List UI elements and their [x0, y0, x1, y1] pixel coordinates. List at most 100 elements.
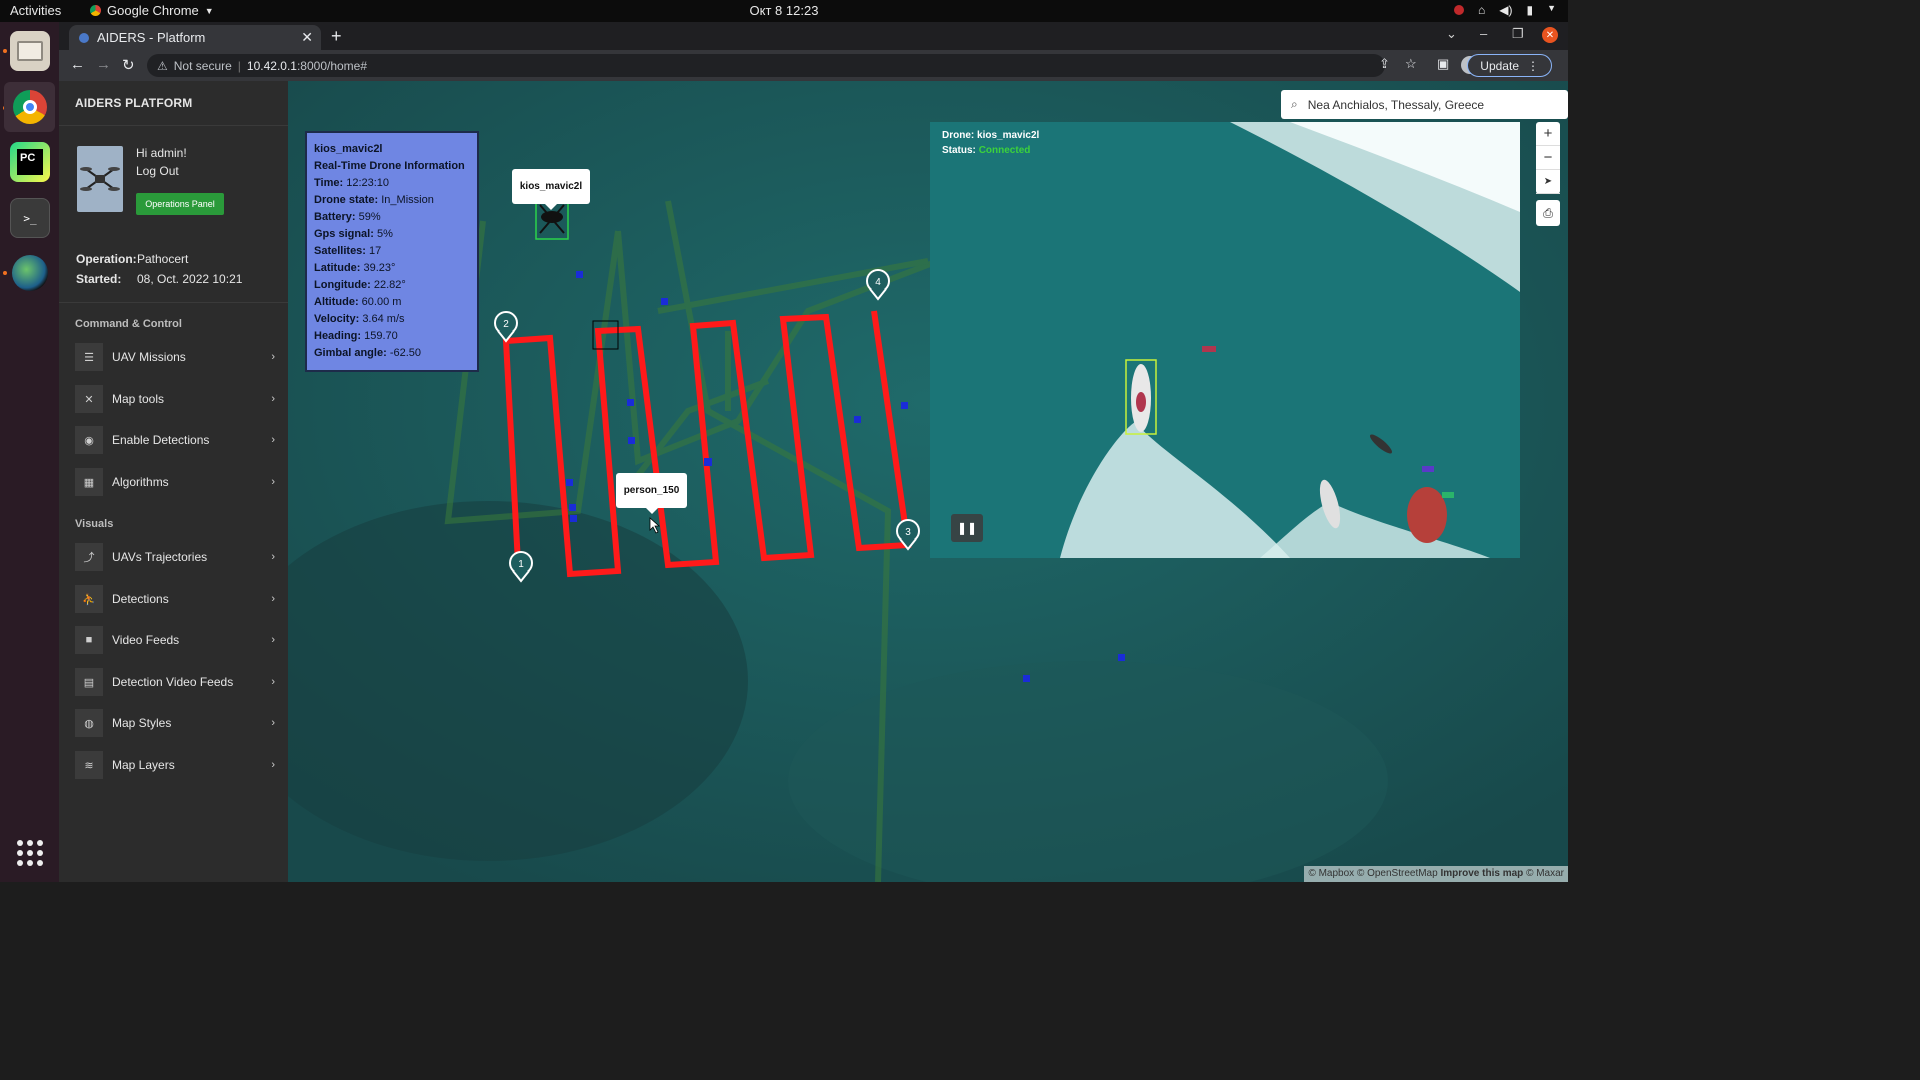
- section-visuals: Visuals: [75, 518, 114, 530]
- zoom-out-button[interactable]: −: [1536, 146, 1560, 170]
- menu-item-uav-missions[interactable]: ☰ UAV Missions ›: [75, 343, 275, 371]
- menu-item-label: Map tools: [112, 392, 165, 406]
- forward-icon[interactable]: →: [96, 56, 111, 73]
- drone-info-panel: kios_mavic2l Real-Time Drone Information…: [305, 131, 479, 372]
- operation-value: Pathocert: [137, 252, 189, 266]
- info-value: 22.82°: [373, 279, 406, 291]
- terminal-icon[interactable]: >_: [10, 198, 50, 238]
- volume-icon: ◀): [1499, 3, 1513, 17]
- logout-link[interactable]: Log Out: [136, 164, 179, 178]
- tab-close-icon[interactable]: ✕: [301, 29, 313, 46]
- info-label: Latitude:: [314, 262, 361, 274]
- info-label: Time:: [314, 177, 344, 189]
- info-row: Gimbal angle: -62.50: [314, 345, 477, 362]
- menu-item-label: Video Feeds: [112, 633, 180, 647]
- detection-icon: ⛹: [75, 585, 103, 613]
- files-icon[interactable]: [10, 31, 50, 71]
- info-label: Longitude:: [314, 279, 371, 291]
- menu-item-detections[interactable]: ⛹ Detections ›: [75, 585, 275, 613]
- side-panel-icon[interactable]: ▣: [1437, 56, 1449, 72]
- activities-button[interactable]: Activities: [10, 3, 61, 18]
- info-label: Velocity:: [314, 313, 360, 325]
- pause-icon: ❚❚: [956, 521, 978, 535]
- waypoint-label: 4: [875, 277, 881, 288]
- menu-item-detection-video-feeds[interactable]: ▤ Detection Video Feeds ›: [75, 668, 275, 696]
- browser-toolbar: ← → ↻ ⚠ Not secure | 10.42.0.1:8000/home…: [59, 50, 1568, 81]
- chrome-icon[interactable]: [10, 87, 50, 127]
- video-icon: ■: [75, 626, 103, 654]
- tray-menu-icon: ▼: [1547, 3, 1556, 13]
- menu-item-map-layers[interactable]: ≋ Map Layers ›: [75, 751, 275, 779]
- menu-item-video-feeds[interactable]: ■ Video Feeds ›: [75, 626, 275, 654]
- chevron-right-icon: ›: [271, 676, 275, 688]
- pause-button[interactable]: ❚❚: [951, 514, 983, 542]
- zoom-in-button[interactable]: +: [1536, 122, 1560, 146]
- operations-panel-button[interactable]: Operations Panel: [136, 193, 224, 215]
- menu-item-label: Detections: [112, 592, 169, 606]
- caret-down-icon: ▼: [204, 5, 214, 16]
- menu-item-uav-trajectories[interactable]: ⤴ UAVs Trajectories ›: [75, 543, 275, 571]
- menu-item-label: UAV Missions: [112, 350, 186, 364]
- menu-item-algorithms[interactable]: ▦ Algorithms ›: [75, 468, 275, 496]
- browser-tab[interactable]: AIDERS - Platform ✕: [69, 25, 321, 50]
- section-command-control: Command & Control: [75, 318, 182, 330]
- network-icon: ⌂: [1477, 3, 1486, 17]
- info-value: 39.23°: [363, 262, 396, 274]
- info-label: Gps signal:: [314, 228, 374, 240]
- chevron-right-icon: ›: [271, 551, 275, 563]
- info-label: Satellites:: [314, 245, 366, 257]
- app-menu-label: Google Chrome: [107, 3, 199, 18]
- restore-button[interactable]: ❐: [1512, 26, 1524, 42]
- share-icon[interactable]: ⇪: [1379, 56, 1390, 72]
- attribution-osm[interactable]: © Mapbox © OpenStreetMap: [1308, 868, 1437, 879]
- print-button[interactable]: ⎙: [1536, 200, 1560, 226]
- app-menu[interactable]: Google Chrome ▼: [90, 3, 214, 18]
- calculator-icon: ▦: [75, 468, 103, 496]
- attribution-maxar[interactable]: © Maxar: [1526, 868, 1564, 879]
- tab-search-icon[interactable]: ⌄: [1446, 26, 1457, 42]
- clock[interactable]: Окт 8 12:23: [0, 3, 1568, 18]
- earth-app-icon[interactable]: [10, 253, 50, 293]
- system-top-bar: Activities Google Chrome ▼ Окт 8 12:23 ⌂…: [0, 0, 1568, 22]
- show-apps-icon[interactable]: [17, 840, 43, 866]
- info-value: 12:23:10: [346, 177, 390, 189]
- info-label: Heading:: [314, 330, 362, 342]
- system-tray[interactable]: ⌂ ◀) ▮ ▼: [1453, 3, 1556, 17]
- globe-icon: ◍: [75, 709, 103, 737]
- back-icon[interactable]: ←: [70, 56, 85, 73]
- video-status-label: Status:: [942, 145, 976, 156]
- new-tab-button[interactable]: +: [331, 26, 342, 47]
- chevron-right-icon: ›: [271, 393, 275, 405]
- menu-item-enable-detections[interactable]: ◉ Enable Detections ›: [75, 426, 275, 454]
- reload-icon[interactable]: ↻: [122, 56, 135, 74]
- minimize-button[interactable]: –: [1480, 26, 1487, 41]
- chevron-right-icon: ›: [271, 476, 275, 488]
- drone-video-feed[interactable]: Drone: kios_mavic2l Status: Connected ❚❚: [930, 122, 1520, 558]
- info-value: 17: [369, 245, 382, 257]
- drone-info-name: kios_mavic2l: [314, 143, 383, 155]
- info-row: Altitude: 60.00 m: [314, 294, 477, 311]
- location-search-input[interactable]: ⌕ Nea Anchialos, Thessaly, Greece: [1281, 90, 1568, 119]
- improve-map-link[interactable]: Improve this map: [1440, 868, 1523, 879]
- menu-item-map-styles[interactable]: ◍ Map Styles ›: [75, 709, 275, 737]
- pycharm-icon[interactable]: PC: [10, 142, 50, 182]
- bookmark-star-icon[interactable]: ☆: [1405, 56, 1417, 72]
- video-status-value: Connected: [978, 145, 1031, 156]
- map-canvas[interactable]: 1 2 3 4 kios_mavic2l Real-Time Drone Inf…: [288, 81, 1568, 882]
- menu-item-map-tools[interactable]: ✕ Map tools ›: [75, 385, 275, 413]
- menu-item-label: Map Layers: [112, 758, 175, 772]
- kebab-menu-icon: ⋮: [1527, 58, 1539, 73]
- operation-label: Operation:: [76, 252, 137, 266]
- tab-title: AIDERS - Platform: [97, 30, 206, 45]
- video-drone-label: Drone:: [942, 130, 975, 141]
- security-label: Not secure: [173, 58, 232, 73]
- menu-item-label: Enable Detections: [112, 433, 210, 447]
- map-attribution: © Mapbox © OpenStreetMap Improve this ma…: [1304, 866, 1568, 882]
- person-tooltip: person_150: [616, 473, 687, 514]
- update-button[interactable]: Update ⋮: [1467, 54, 1552, 77]
- close-window-button[interactable]: ✕: [1542, 27, 1558, 43]
- chevron-right-icon: ›: [271, 434, 275, 446]
- compass-button[interactable]: ➤: [1536, 170, 1560, 194]
- info-value: 59%: [358, 211, 381, 223]
- address-bar[interactable]: ⚠ Not secure | 10.42.0.1:8000/home#: [147, 54, 1385, 77]
